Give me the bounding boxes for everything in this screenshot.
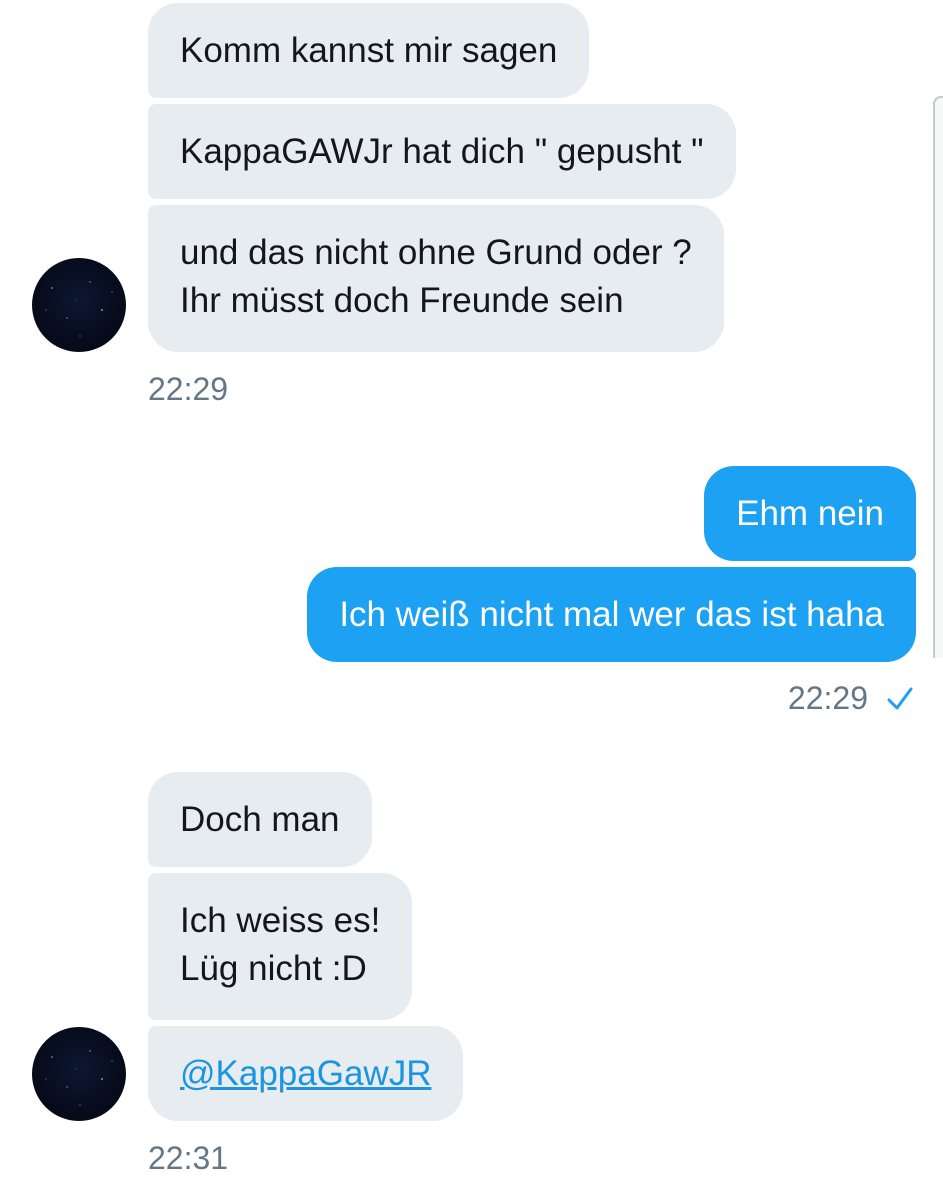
message-text: Ehm nein [736,494,884,533]
message-bubble-outgoing[interactable]: Ehm nein [704,466,916,561]
message-text-line: Ihr müsst doch Freunde sein [180,281,624,320]
message-bubble-incoming[interactable]: und das nicht ohne Grund oder ? Ihr müss… [148,205,724,352]
checkmark-icon [886,686,914,712]
message-text: Ich weiß nicht mal wer das ist haha [339,595,884,634]
message-bubble-incoming[interactable]: Ich weiss es! Lüg nicht :D [148,873,413,1020]
avatar[interactable] [32,1027,126,1121]
message-bubble-incoming[interactable]: @KappaGawJR [148,1026,464,1121]
timestamp: 22:29 [787,680,868,716]
message-bubble-incoming[interactable]: KappaGAWJr hat dich " gepusht " [148,104,736,199]
message-bubble-incoming[interactable]: Doch man [148,772,372,867]
timestamp: 22:31 [148,1140,229,1176]
timestamp: 22:29 [148,371,229,407]
message-text-line: Lüg nicht :D [180,949,367,988]
message-text-line: und das nicht ohne Grund oder ? [180,233,692,272]
message-bubble-incoming[interactable]: Komm kannst mir sagen [148,3,590,98]
message-bubble-outgoing[interactable]: Ich weiß nicht mal wer das ist haha [307,567,916,662]
starfield-avatar-image [45,281,113,337]
scrollbar[interactable] [933,96,943,658]
avatar[interactable] [32,258,126,352]
message-text-line: Ich weiss es! [180,901,381,940]
starfield-avatar-image [45,1050,113,1106]
message-text: Doch man [180,800,340,839]
message-text: KappaGAWJr hat dich " gepusht " [180,132,704,171]
message-text: Komm kannst mir sagen [180,31,558,70]
mention-link[interactable]: @KappaGawJR [180,1054,431,1093]
